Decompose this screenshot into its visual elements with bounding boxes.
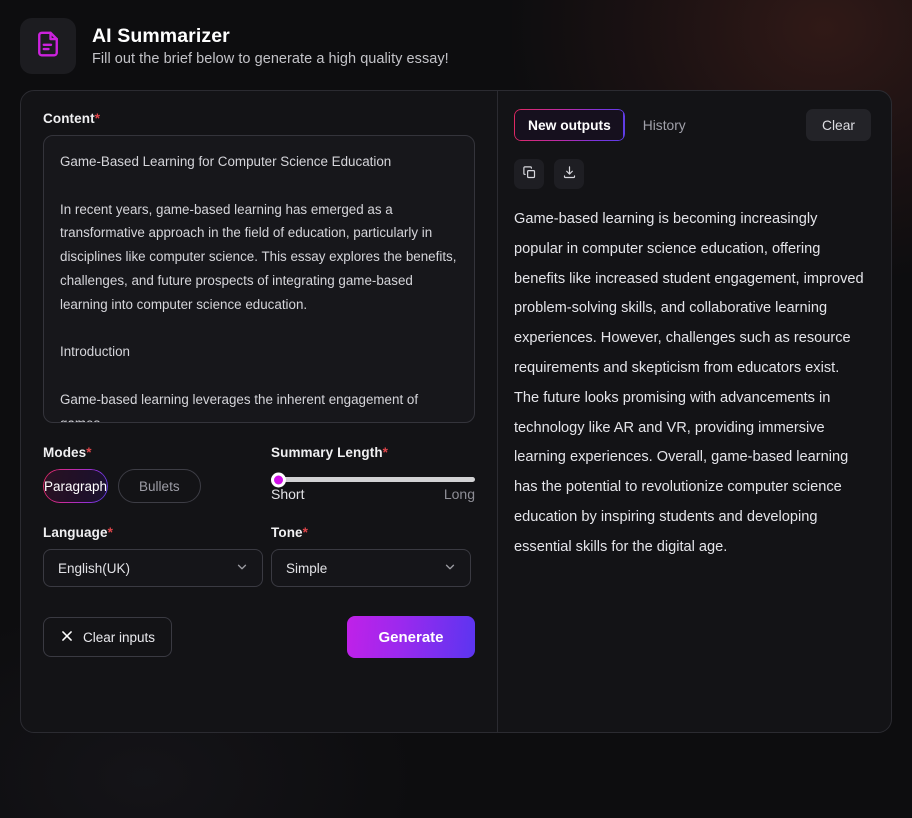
generate-button[interactable]: Generate <box>347 616 475 658</box>
chevron-down-icon <box>235 560 249 577</box>
copy-output-button[interactable] <box>514 159 544 189</box>
summary-length-slider[interactable]: Short Long <box>271 469 475 502</box>
copy-icon <box>522 165 537 183</box>
main-card: Content* Game-Based Learning for Compute… <box>20 90 892 733</box>
tone-select[interactable]: Simple <box>271 549 471 587</box>
mode-option-bullets[interactable]: Bullets <box>118 469 201 503</box>
content-textarea[interactable]: Game-Based Learning for Computer Science… <box>43 135 475 423</box>
output-pane: New outputs History Clear Game-based lea… <box>498 91 891 732</box>
app-logo <box>20 18 76 74</box>
page-title: AI Summarizer <box>92 25 230 47</box>
slider-min-label: Short <box>271 486 305 502</box>
close-x-icon <box>60 629 74 646</box>
slider-track[interactable] <box>271 472 475 487</box>
page-subtitle: Fill out the brief below to generate a h… <box>92 51 449 67</box>
slider-thumb[interactable] <box>271 472 286 487</box>
clear-output-button[interactable]: Clear <box>806 109 871 141</box>
chevron-down-icon <box>443 560 457 577</box>
language-label: Language* <box>43 525 113 540</box>
slider-max-label: Long <box>443 486 475 502</box>
language-and-tone-row: Language* English(UK) Tone* Simple <box>43 525 475 587</box>
mode-option-paragraph-label: Paragraph <box>44 478 108 494</box>
form-actions: Clear inputs Generate <box>43 616 475 658</box>
output-result-text: Game-based learning is becoming increasi… <box>514 211 864 555</box>
language-group: Language* English(UK) <box>43 525 263 587</box>
document-icon <box>33 29 63 64</box>
required-marker: * <box>94 111 101 126</box>
mode-option-paragraph[interactable]: Paragraph <box>43 469 109 503</box>
language-select[interactable]: English(UK) <box>43 549 263 587</box>
content-textarea-value: Game-Based Learning for Computer Science… <box>60 154 457 422</box>
required-marker: * <box>86 445 92 460</box>
tab-new-outputs[interactable]: New outputs <box>514 109 625 141</box>
clear-inputs-button[interactable]: Clear inputs <box>43 617 173 657</box>
tone-select-value: Simple <box>286 560 328 576</box>
summary-length-label: Summary Length* <box>271 445 389 460</box>
app-header: AI Summarizer Fill out the brief below t… <box>20 18 449 74</box>
tab-history-label: History <box>642 117 686 133</box>
tone-group: Tone* Simple <box>271 525 475 587</box>
slider-end-labels: Short Long <box>271 486 475 502</box>
summary-length-group: Summary Length* Short Long <box>271 445 475 503</box>
modes-group: Modes* Paragraph Bullets <box>43 445 243 503</box>
output-toolbar <box>514 159 871 189</box>
output-tabs: New outputs History Clear <box>514 109 871 141</box>
tab-history[interactable]: History <box>629 109 700 141</box>
form-pane: Content* Game-Based Learning for Compute… <box>21 91 498 732</box>
download-icon <box>562 165 577 183</box>
modes-pill-group: Paragraph Bullets <box>43 469 243 503</box>
content-label: Content* <box>43 111 101 126</box>
modes-label: Modes* <box>43 445 92 460</box>
required-marker: * <box>382 445 389 460</box>
clear-inputs-label: Clear inputs <box>83 629 156 645</box>
tab-new-outputs-label: New outputs <box>528 117 611 133</box>
download-output-button[interactable] <box>554 159 584 189</box>
required-marker: * <box>107 525 113 540</box>
required-marker: * <box>302 525 309 540</box>
language-select-value: English(UK) <box>58 560 131 576</box>
modes-and-length-row: Modes* Paragraph Bullets Summary Length* <box>43 445 475 503</box>
tone-label: Tone* <box>271 525 309 540</box>
mode-option-bullets-label: Bullets <box>139 478 180 494</box>
